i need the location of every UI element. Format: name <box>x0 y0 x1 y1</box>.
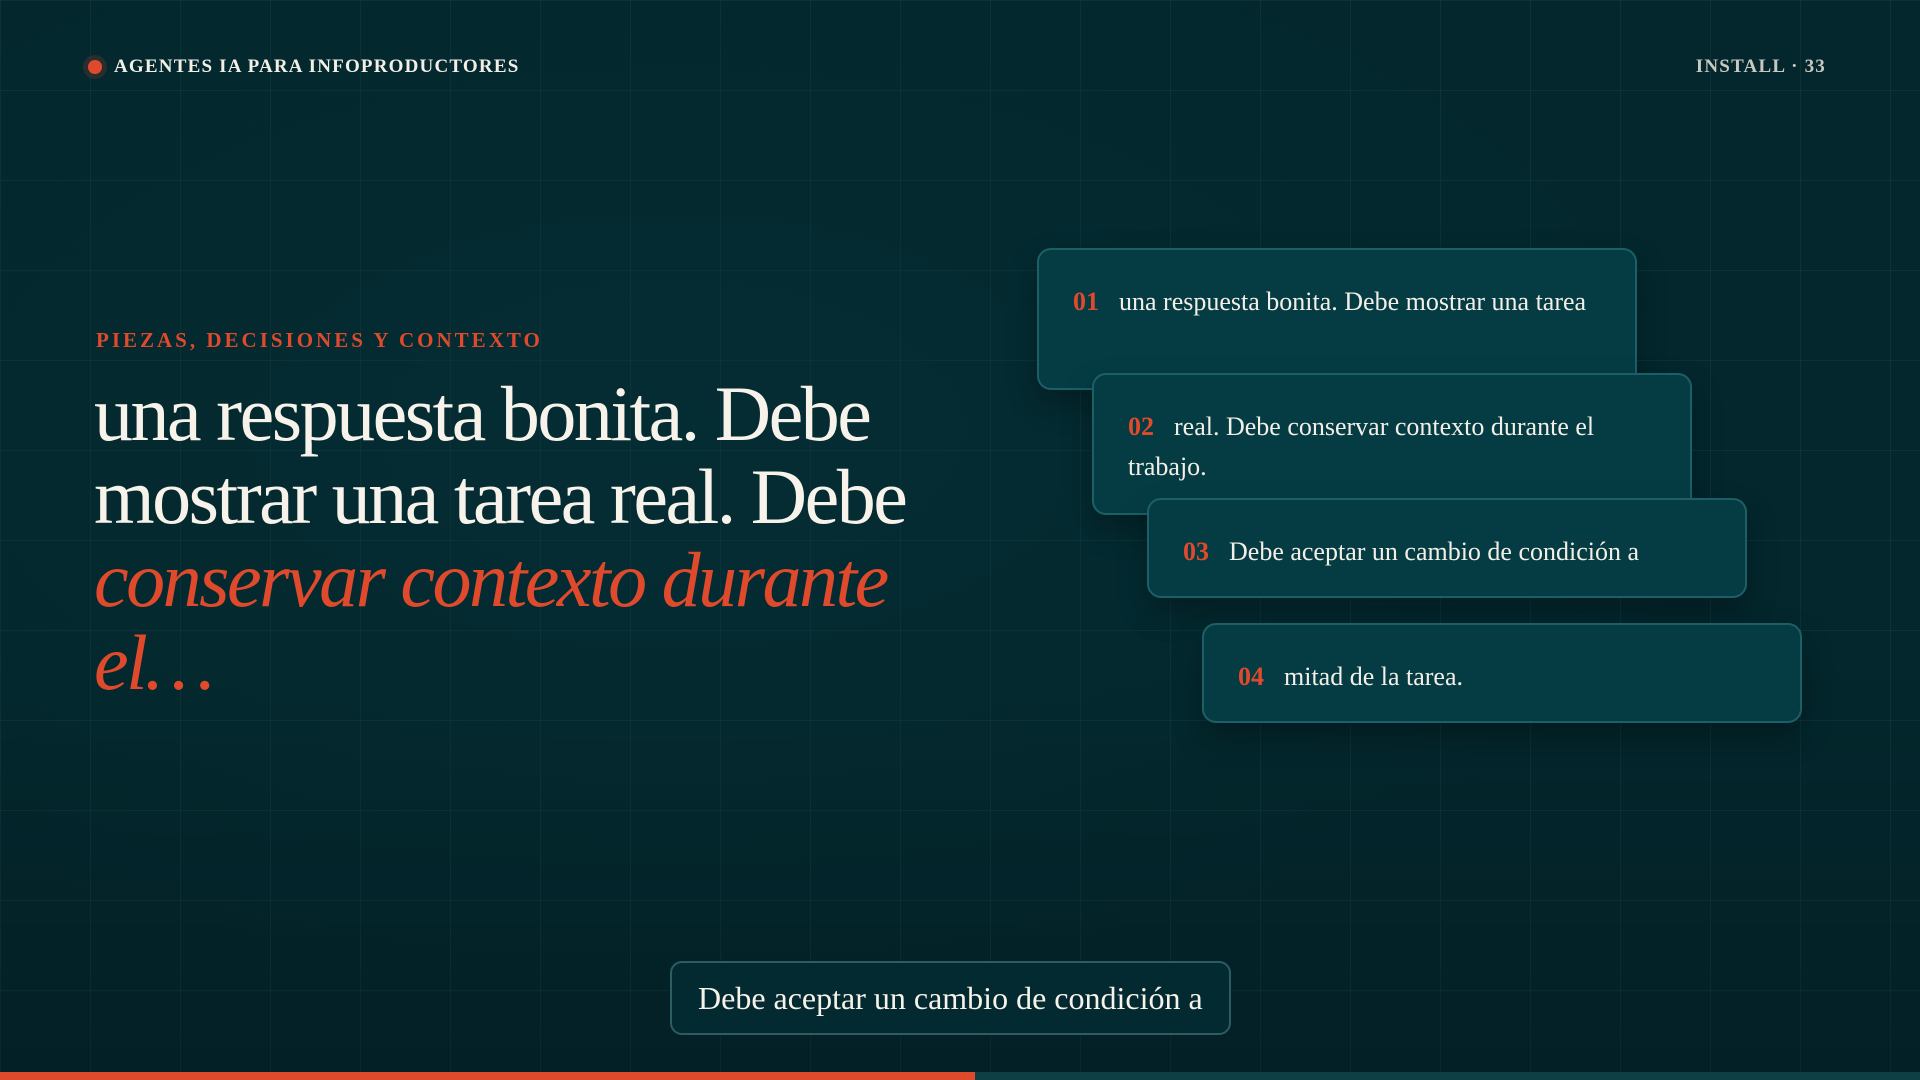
subtitle-caption: Debe aceptar un cambio de condición a <box>670 961 1231 1035</box>
step-text: una respuesta bonita. Debe mostrar una t… <box>1119 287 1587 316</box>
page-indicator: INSTALL · 33 <box>1695 56 1826 77</box>
headline-accent-line-1: conservar contexto durante <box>94 536 889 623</box>
step-number: 02 <box>1128 412 1154 441</box>
slide-headline: una respuesta bonita. Debe mostrar una t… <box>94 372 994 704</box>
brand-label: AGENTES IA PARA INFOPRODUCTORES <box>114 56 520 77</box>
step-card-03: 03 Debe aceptar un cambio de condición a <box>1147 498 1747 598</box>
step-card-01: 01 una respuesta bonita. Debe mostrar una… <box>1037 248 1637 390</box>
step-number: 03 <box>1183 537 1209 566</box>
headline-accent-line-2: el… <box>94 619 215 706</box>
slide-progress-bar <box>0 1072 1920 1080</box>
step-card-04: 04 mitad de la tarea. <box>1202 623 1802 723</box>
step-number: 04 <box>1238 662 1264 691</box>
section-eyebrow: PIEZAS, DECISIONES Y CONTEXTO <box>96 328 543 352</box>
headline-line-2: mostrar una tarea real. Debe <box>94 453 908 540</box>
record-dot-icon <box>88 60 102 74</box>
headline-line-1: una respuesta bonita. Debe <box>94 370 872 457</box>
step-number: 01 <box>1073 287 1099 316</box>
header-brand: AGENTES IA PARA INFOPRODUCTORES <box>88 56 519 78</box>
step-text: mitad de la tarea. <box>1284 662 1464 691</box>
step-text: real. Debe conservar contexto durante el… <box>1128 412 1595 481</box>
step-card-02: 02 real. Debe conservar contexto durante … <box>1092 373 1692 515</box>
slide-progress-fill <box>0 1072 976 1080</box>
step-text: Debe aceptar un cambio de condición a <box>1229 537 1640 566</box>
